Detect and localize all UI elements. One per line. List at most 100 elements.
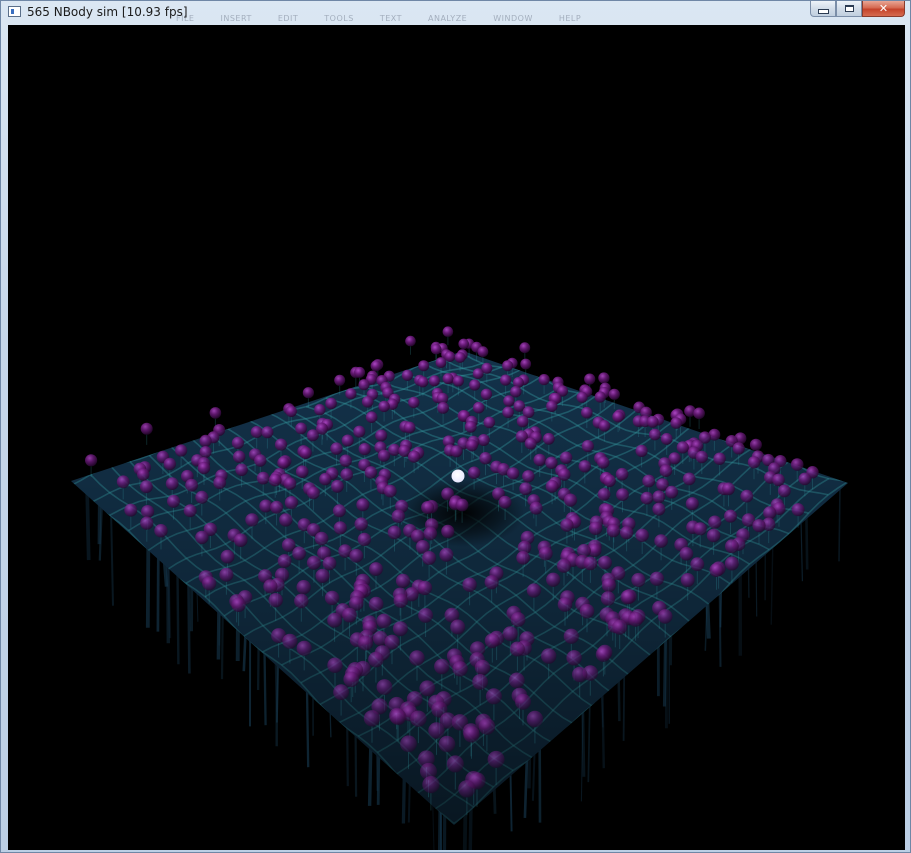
particle [387, 525, 402, 540]
particle [791, 503, 805, 517]
surface-drip [110, 512, 114, 606]
particle [598, 372, 610, 384]
particle [395, 573, 411, 589]
ghost-menu-bar: FILE INSERT EDIT TOOLS TEXT ANALYZE WIND… [176, 14, 581, 23]
particle [85, 454, 98, 467]
particle [256, 471, 270, 485]
surface-drip [755, 558, 758, 617]
particle [401, 369, 413, 381]
particle [202, 576, 217, 591]
app-window: 565 NBody sim [10.93 fps] FILE INSERT ED… [0, 0, 911, 853]
minimize-icon [817, 8, 829, 14]
surface-drip [242, 633, 247, 672]
particle [330, 442, 343, 455]
particle [233, 533, 248, 547]
surface-drip [432, 801, 435, 850]
particle [533, 453, 546, 467]
particle [516, 415, 529, 428]
particle [680, 573, 695, 587]
particle [428, 722, 445, 739]
surface-drip [770, 544, 774, 625]
particle [233, 450, 246, 463]
particle [601, 578, 617, 593]
particle [175, 444, 188, 457]
particle [546, 400, 558, 412]
particle [421, 501, 435, 514]
central-body[interactable] [451, 469, 465, 483]
surface-drip [367, 746, 373, 806]
particle [163, 457, 176, 471]
particle [140, 480, 153, 494]
particle [557, 597, 573, 612]
surface-drip [509, 771, 513, 832]
particle [383, 484, 397, 498]
particle [520, 358, 532, 370]
particle [446, 755, 464, 773]
particle [235, 463, 248, 477]
particle [324, 590, 340, 606]
simulation-viewport[interactable] [8, 25, 905, 850]
particle [284, 496, 298, 510]
particle [506, 467, 520, 480]
particle [140, 422, 153, 435]
particle [508, 672, 525, 689]
particle [365, 411, 378, 424]
maximize-button[interactable] [836, 1, 862, 17]
particle [563, 493, 578, 507]
nbody-scene[interactable] [8, 25, 905, 850]
particle [185, 478, 199, 492]
title-bar[interactable]: 565 NBody sim [10.93 fps] FILE INSERT ED… [1, 1, 910, 24]
particle [747, 456, 761, 469]
app-icon[interactable] [8, 6, 21, 17]
particle [376, 613, 392, 629]
particle [368, 651, 384, 668]
particle [327, 657, 343, 673]
surface-drip [305, 688, 310, 768]
particle [516, 551, 530, 565]
particle [430, 343, 442, 355]
particle [339, 454, 352, 467]
particle [428, 375, 440, 387]
particle [510, 386, 522, 398]
particle [620, 589, 635, 605]
ghost-menu-item: INSERT [220, 14, 252, 23]
particle [660, 433, 673, 445]
particle [442, 326, 454, 338]
particle [167, 494, 180, 508]
particle [116, 475, 130, 489]
particle [296, 640, 312, 656]
particle [261, 426, 274, 439]
particle [713, 452, 726, 465]
particle [522, 470, 535, 483]
minimize-button[interactable] [810, 1, 836, 17]
particle [455, 498, 469, 512]
particle [333, 521, 347, 535]
particle [197, 461, 211, 475]
particle [581, 406, 593, 419]
particle [772, 473, 785, 487]
particle [357, 532, 372, 547]
particle [343, 671, 360, 688]
particle [603, 474, 616, 488]
particle [195, 490, 209, 504]
particle [657, 609, 673, 624]
particle [400, 735, 417, 753]
particle [725, 539, 739, 554]
surface-drip [166, 563, 170, 644]
particle [282, 633, 298, 649]
particle [358, 635, 373, 651]
particle [209, 407, 222, 419]
particle [392, 621, 408, 637]
particle [510, 612, 526, 627]
close-button[interactable]: ✕ [862, 1, 905, 17]
particle [263, 579, 278, 594]
particle [652, 490, 666, 504]
particle [295, 422, 307, 435]
particle [693, 407, 705, 420]
surface-drip [523, 757, 529, 818]
particle [332, 504, 346, 518]
particle [349, 548, 364, 563]
particle [322, 556, 337, 571]
particle [124, 503, 138, 517]
particle [418, 608, 433, 623]
